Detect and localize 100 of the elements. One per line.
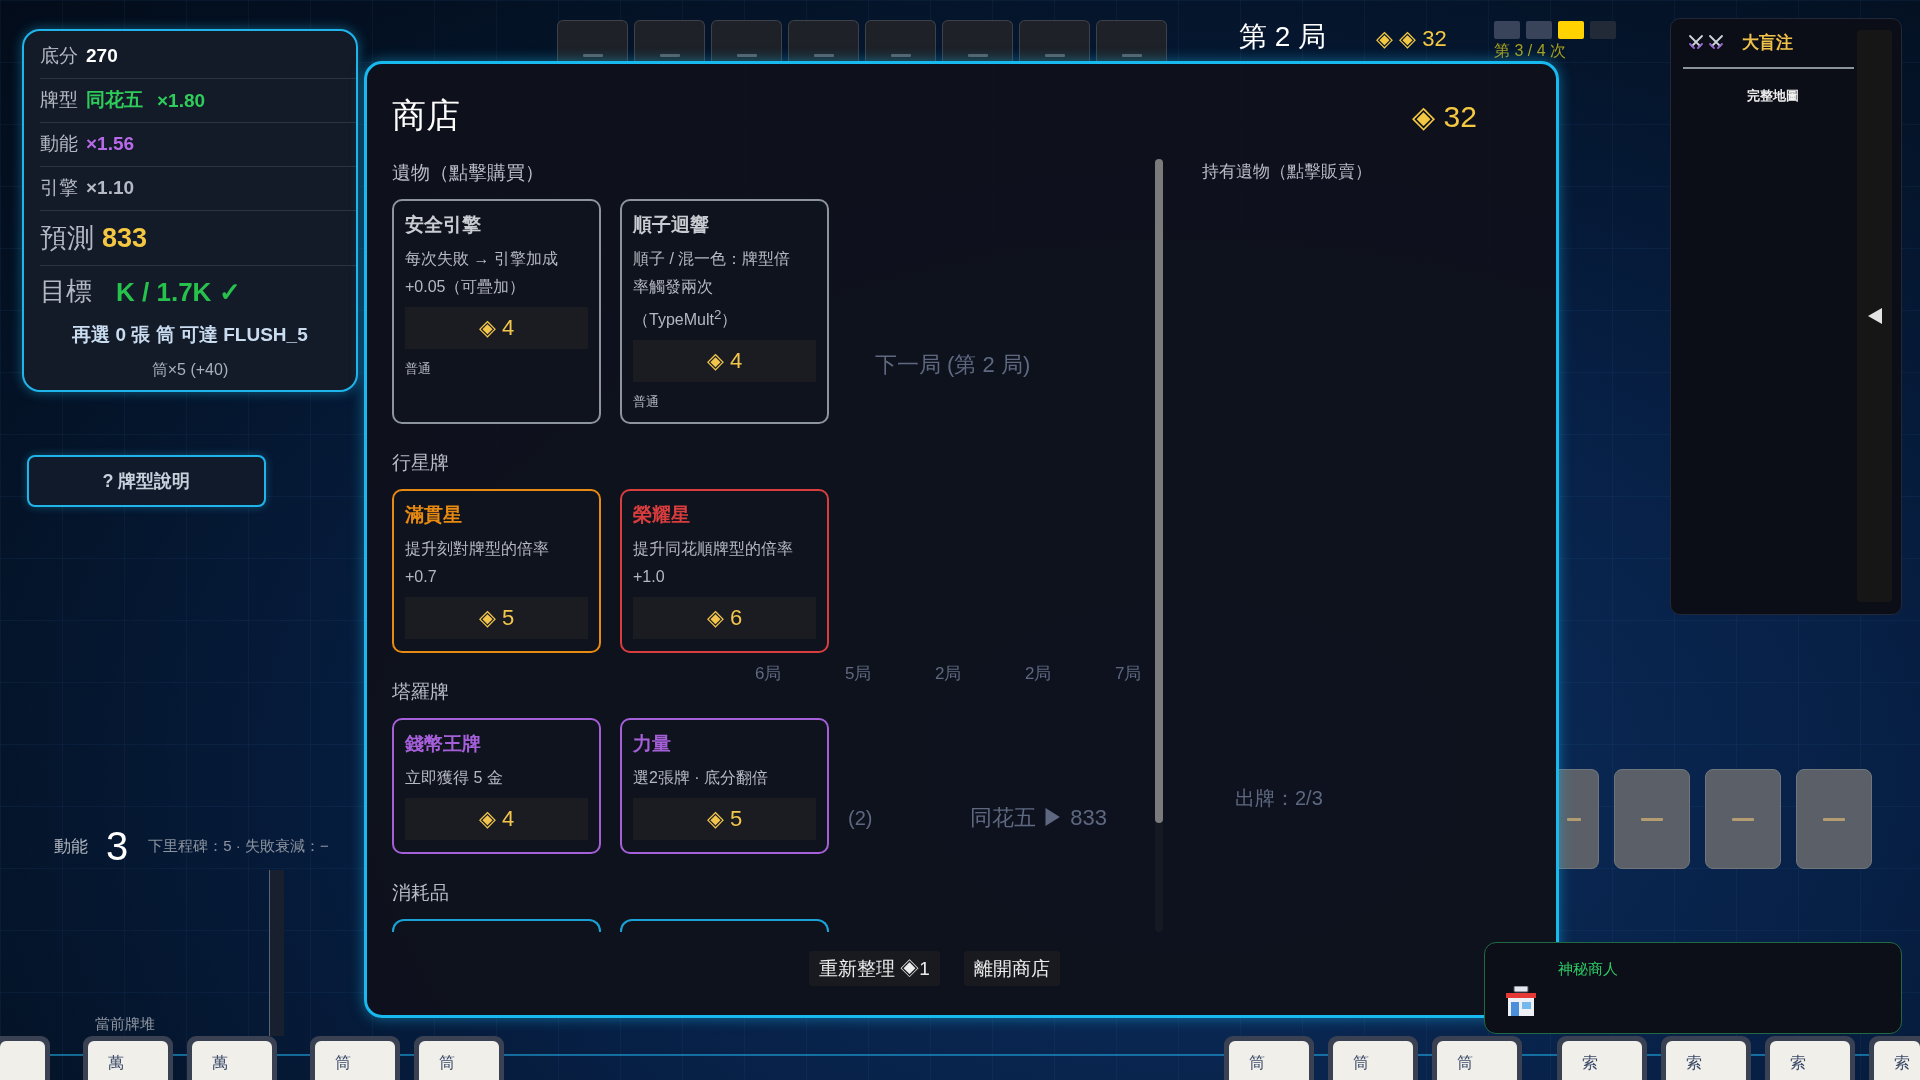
stat-label: 引擎 [40,177,78,200]
stat-label: 底分 [40,45,78,68]
dash-icon [1732,817,1754,821]
price-tag: ◈ 4 [405,798,588,841]
panel-toggle-button[interactable] [1857,30,1892,602]
stat-label: 動能 [40,133,78,156]
card-title: 安全引擎 [405,213,481,237]
price-tag: ◈ 5 [633,798,816,841]
price-tag: ◈ 5 [405,597,588,640]
momentum-label: 動能 [54,835,88,858]
mahjong-tile[interactable]: 萬 [83,1036,173,1080]
item-card[interactable] [620,919,829,932]
crossed-swords-icon [1708,34,1724,50]
round-title: 第 2 局 [1239,20,1327,54]
card-description: 提升刻對牌型的倍率 +0.7 [405,539,550,588]
dash-icon [967,54,988,57]
section-title: 行星牌 [392,451,449,476]
card-slot[interactable] [1614,769,1690,869]
coin-counter: ◈ ◈ 32 [1376,26,1447,53]
item-card[interactable]: 榮耀星 提升同花順牌型的倍率 +1.0 ◈ 6 [620,489,829,654]
dash-icon [582,54,603,57]
dash-icon [1823,817,1845,821]
tile-slot[interactable] [634,20,705,61]
stat-label: 目標 [40,276,92,308]
hint-detail: 筒×5 (+40) [151,359,229,380]
stat-value: ×1.10 [86,177,135,200]
stat-value: 270 [86,45,118,68]
map-link[interactable]: 完整地圖 [1746,87,1799,105]
item-card[interactable]: 順子迴響 順子 / 混一色：牌型倍率觸發兩次（TypeMult$^{2}$） ◈ 4 普通 [620,199,829,425]
mahjong-tile[interactable]: 索 [1557,1036,1647,1080]
dash-icon [736,54,757,57]
item-card[interactable]: 安全引擎 每次失敗 → 引擎加成 +0.05（可疊加） ◈ 4 普通 [392,199,601,425]
stat-label: 牌型 [40,89,78,112]
stat-multiplier: ×1.80 [157,89,206,112]
tile-slot[interactable] [942,20,1013,61]
deck-label: 當前牌堆 [95,1015,155,1034]
stat-value: ×1.56 [86,133,135,156]
tile-slot[interactable] [1019,20,1090,61]
blind-title: 大盲注 [1742,31,1793,54]
stat-value: 833 [102,221,148,255]
item-card[interactable] [392,919,601,932]
selection-count: (2) [848,807,873,829]
mahjong-tile[interactable]: 索 [1765,1036,1855,1080]
play-counter: 出牌：2/3 [1235,787,1323,809]
card-title: 滿貫星 [405,503,462,528]
dash-icon [1044,54,1065,57]
attempt-marker [1494,21,1520,39]
stat-label: 預測 [40,221,94,255]
round-count: 2局 [935,664,962,683]
tile-slot[interactable] [788,20,859,61]
store-icon [1505,986,1537,1016]
card-description: 順子 / 混一色：牌型倍率觸發兩次（TypeMult$^{2}$） [633,249,792,331]
mahjong-tile[interactable]: 萬 [187,1036,277,1080]
dash-icon [1641,817,1663,821]
card-title: 順子迴響 [633,213,709,237]
card-slot[interactable] [1559,769,1599,869]
item-card[interactable]: 力量 選2張牌 · 底分翻倍 ◈ 5 [620,718,829,855]
mahjong-tile[interactable] [0,1036,50,1080]
card-description: 每次失敗 → 引擎加成 +0.05（可疊加） [405,249,559,297]
section-title: 遺物（點擊購買） [392,161,544,185]
mahjong-tile[interactable]: 筒 [310,1036,400,1080]
shop-button[interactable]: 離開商店 [963,951,1060,986]
tile-slot[interactable] [557,20,628,61]
shop-button[interactable]: 重新整理 ◈1 [809,951,940,986]
item-card[interactable]: 錢幣王牌 立即獲得 5 金 ◈ 4 [392,718,601,855]
tile-slot[interactable] [1096,20,1167,61]
dash-icon [1567,817,1581,821]
mahjong-tile[interactable]: 索 [1661,1036,1751,1080]
card-title: 榮耀星 [633,503,690,528]
round-count: 5局 [845,664,872,683]
round-count: 7局 [1115,664,1142,683]
dash-icon [813,54,834,57]
attempt-marker [1526,21,1552,39]
attempt-marker [1558,21,1584,39]
rarity-label: 普通 [633,394,659,411]
mahjong-tile[interactable]: 筒 [1224,1036,1314,1080]
mahjong-tile[interactable]: 索 [1869,1036,1920,1080]
tile-slot[interactable] [711,20,782,61]
card-slot[interactable] [1705,769,1781,869]
coin-amount: ◈ 32 [1412,98,1477,134]
item-card[interactable]: 滿貫星 提升刻對牌型的倍率 +0.7 ◈ 5 [392,489,601,654]
dash-icon [890,54,911,57]
card-description: 立即獲得 5 金 [405,768,503,789]
card-description: 提升同花順牌型的倍率 +1.0 [633,539,794,588]
attempt-marker [1590,21,1616,39]
merchant-panel[interactable]: 神秘商人 [1484,942,1902,1034]
stat-value: 同花五 [86,89,143,112]
momentum-value: 3 [106,826,129,866]
target-value: K / 1.7K ✓ [116,276,241,308]
card-slot[interactable] [1796,769,1872,869]
mahjong-tile[interactable]: 筒 [1432,1036,1522,1080]
card-title: 錢幣王牌 [405,732,481,757]
price-tag: ◈ 6 [633,597,816,640]
mahjong-tile[interactable]: 筒 [414,1036,504,1080]
section-title: 消耗品 [392,881,449,906]
dash-icon [1121,54,1142,57]
round-count: 6局 [755,664,782,683]
help-button[interactable]: ? 牌型說明 [27,455,266,507]
tile-slot[interactable] [865,20,936,61]
mahjong-tile[interactable]: 筒 [1328,1036,1418,1080]
